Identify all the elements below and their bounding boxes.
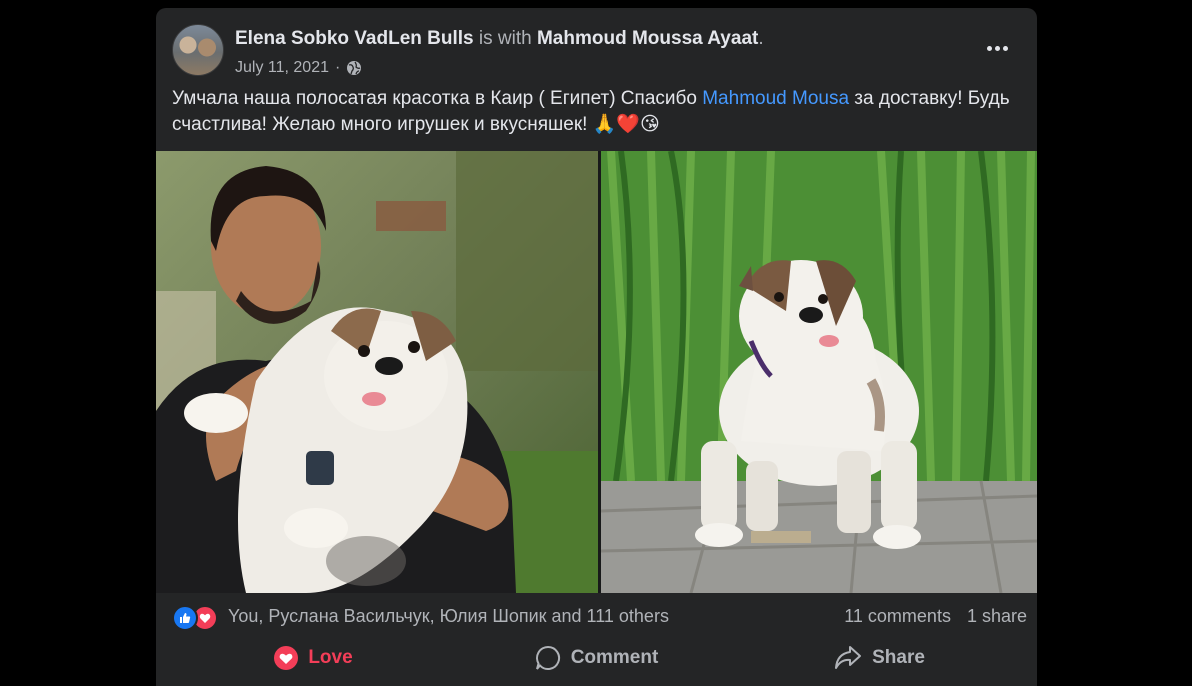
post-actions: Love Comment Share: [172, 638, 1021, 678]
share-label: Share: [872, 647, 925, 668]
globe-icon[interactable]: [346, 60, 362, 76]
post-card: Elena Sobko VadLen Bulls is with Mahmoud…: [156, 8, 1037, 686]
mention-link[interactable]: Mahmoud Mousa: [702, 88, 849, 109]
tagged-person[interactable]: Mahmoud Moussa Ayaat: [537, 28, 758, 49]
comment-icon: [535, 645, 560, 670]
post-meta: July 11, 2021 ·: [235, 59, 362, 77]
more-options-icon[interactable]: [979, 36, 1015, 60]
like-reaction-icon: [172, 605, 198, 631]
author-name[interactable]: Elena Sobko VadLen Bulls: [235, 28, 474, 49]
reactors-text[interactable]: You, Руслана Васильчук, Юлия Шопик and 1…: [228, 606, 669, 627]
reaction-icons[interactable]: [172, 603, 224, 631]
author-avatar[interactable]: [172, 24, 224, 76]
date-separator: ·: [335, 59, 341, 76]
comment-button[interactable]: Comment: [455, 645, 738, 671]
author-line: Elena Sobko VadLen Bulls is with Mahmoud…: [235, 28, 764, 50]
love-button[interactable]: Love: [172, 646, 455, 670]
love-label: Love: [308, 647, 353, 668]
post-text-part1: Умчала наша полосатая красотка в Каир ( …: [172, 88, 703, 109]
post-header: Elena Sobko VadLen Bulls is with Mahmoud…: [172, 24, 1021, 80]
engagement-counts: 11 comments 1 share: [844, 606, 1027, 627]
comment-label: Comment: [570, 647, 659, 668]
share-button[interactable]: Share: [738, 645, 1021, 671]
reactions-bar: You, Руслана Васильчук, Юлия Шопик and 1…: [172, 600, 1027, 632]
share-icon: [835, 646, 862, 669]
tagged-suffix: .: [758, 28, 764, 49]
comments-count[interactable]: 11 comments: [844, 606, 951, 627]
photo-bulldog-standing[interactable]: [601, 151, 1037, 593]
post-text: Умчала наша полосатая красотка в Каир ( …: [172, 86, 1022, 138]
photo-grid: [156, 151, 1037, 593]
love-icon: [274, 646, 299, 670]
with-text: is with: [478, 28, 532, 49]
post-date[interactable]: July 11, 2021: [235, 59, 329, 77]
shares-count[interactable]: 1 share: [967, 606, 1027, 627]
photo-man-with-bulldog[interactable]: [156, 151, 598, 593]
